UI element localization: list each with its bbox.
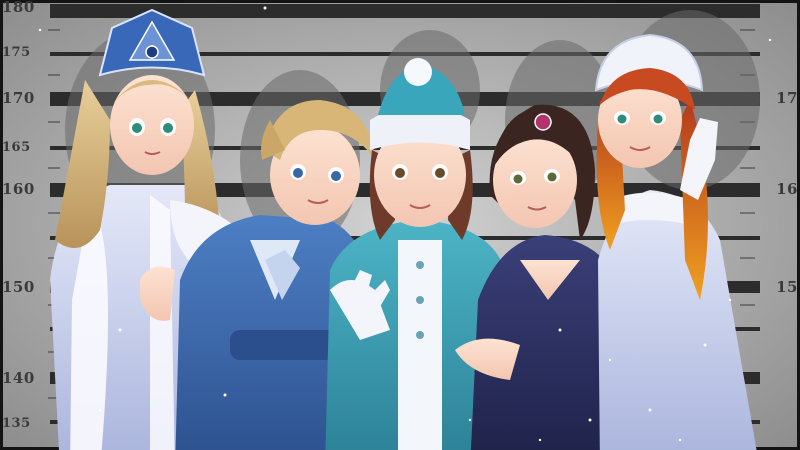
height-mark-180: 180: [2, 0, 35, 16]
height-mark-140: 140: [2, 369, 35, 387]
height-mark-right-17: 17: [776, 89, 798, 107]
lineup-artwork: [0, 0, 800, 450]
height-mark-160: 160: [2, 180, 35, 198]
height-mark-right-16: 16: [776, 180, 798, 198]
height-mark-175: 175: [2, 45, 31, 60]
height-mark-165: 165: [2, 140, 31, 155]
height-mark-150: 150: [2, 278, 35, 296]
height-mark-170: 170: [2, 89, 35, 107]
height-mark-right-15: 15: [776, 278, 798, 296]
height-mark-135: 135: [2, 416, 31, 431]
lineup-illustration: 180 175 170 165 160 150 140 135 17 16 15: [0, 0, 800, 450]
